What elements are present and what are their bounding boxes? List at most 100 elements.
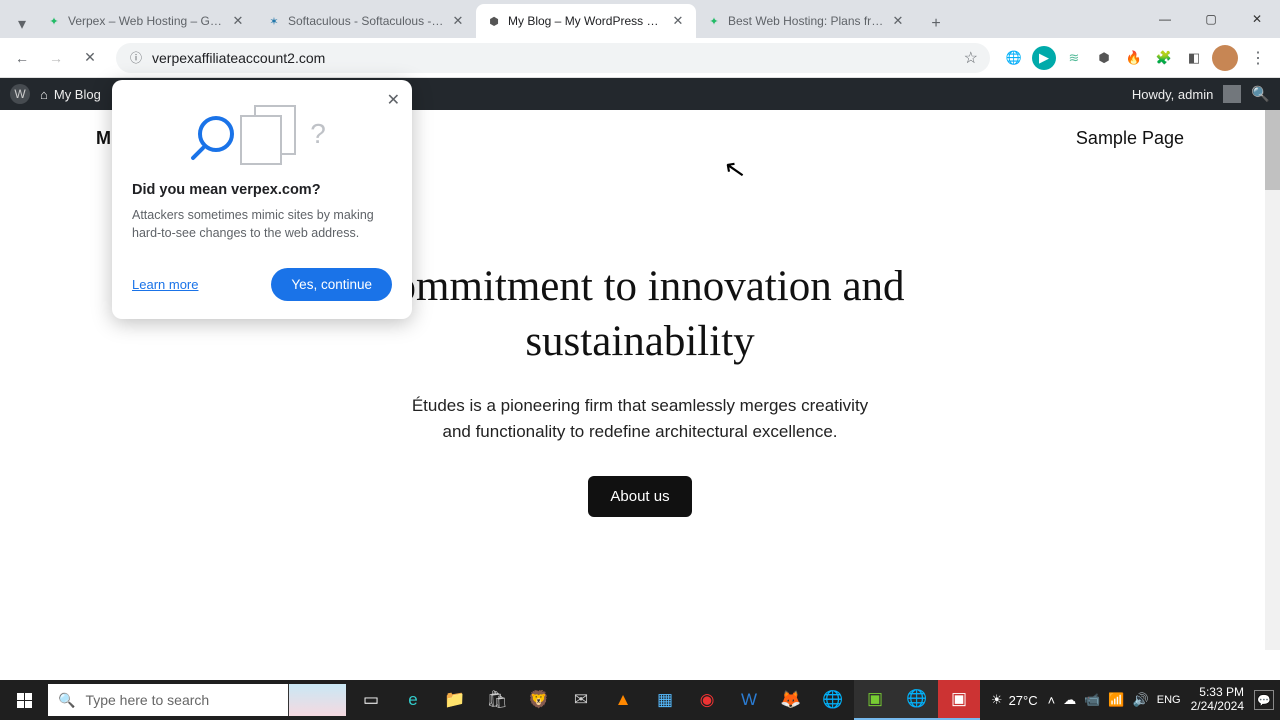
close-icon[interactable]: ✕ [230,13,246,29]
favicon-icon: ⬢ [486,13,502,29]
extension-icon[interactable]: ⬢ [1092,46,1116,70]
recorder-icon[interactable]: ▣ [938,680,980,720]
wordpress-logo-icon[interactable]: W [10,84,30,104]
tab-besthosting[interactable]: ✦ Best Web Hosting: Plans from $ ✕ [696,4,916,38]
yes-continue-button[interactable]: Yes, continue [271,268,392,301]
meet-now-icon[interactable]: 📹 [1084,692,1100,708]
wp-user-avatar[interactable] [1223,85,1241,103]
weather-widget[interactable]: ☀ 27°C [991,692,1038,708]
close-icon[interactable]: ✕ [890,13,906,29]
wifi-icon[interactable]: 📶 [1108,692,1124,708]
favicon-icon: ✦ [706,13,722,29]
brave-icon[interactable]: 🦁 [518,680,560,720]
camtasia-icon[interactable]: ▣ [854,680,896,720]
extension-icon[interactable]: 🔥 [1122,46,1146,70]
tab-title: Verpex – Web Hosting – Gold [68,14,224,28]
popup-body: Attackers sometimes mimic sites by makin… [132,206,392,242]
side-panel-icon[interactable]: ◧ [1182,46,1206,70]
close-icon[interactable]: ✕ [670,13,686,29]
taskbar-search[interactable]: 🔍 Type here to search [48,684,288,716]
close-window-button[interactable]: ✕ [1234,0,1280,38]
tab-search-dropdown[interactable]: ▾ [8,10,36,38]
extensions-row: 🌐 ▶ ≋ ⬢ 🔥 🧩 ◧ ⋮ [1002,44,1272,72]
edge-icon[interactable]: e [392,680,434,720]
tab-title: Softaculous - Softaculous - Wo [288,14,444,28]
mail-icon[interactable]: ✉ [560,680,602,720]
language-indicator[interactable]: ENG [1157,694,1181,706]
store-icon[interactable]: 🛍 [476,680,518,720]
search-icon[interactable]: 🔍 [1251,85,1270,103]
vlc-icon[interactable]: ▲ [602,680,644,720]
browser-menu-icon[interactable]: ⋮ [1244,44,1272,72]
window-controls: — ▢ ✕ [1142,0,1280,38]
site-title[interactable]: M [96,128,111,149]
popup-title: Did you mean verpex.com? [132,182,392,198]
forward-button[interactable]: → [42,44,70,72]
volume-icon[interactable]: 🔊 [1133,692,1149,708]
tab-title: Best Web Hosting: Plans from $ [728,14,884,28]
minimize-button[interactable]: — [1142,0,1188,38]
browser-tab-strip: ▾ ✦ Verpex – Web Hosting – Gold ✕ ✶ Soft… [0,0,1280,38]
weather-temp: 27°C [1009,693,1038,708]
magnifier-icon [198,116,234,152]
favicon-icon: ✦ [46,13,62,29]
bookmark-star-icon[interactable]: ☆ [964,48,978,68]
search-icon: 🔍 [58,692,75,709]
taskbar-apps: ▭ e 📁 🛍 🦁 ✉ ▲ ▦ ◉ W 🦊 🌐 ▣ 🌐 ▣ [350,680,980,720]
profile-avatar[interactable] [1212,45,1238,71]
new-tab-button[interactable]: + [922,10,950,38]
learn-more-link[interactable]: Learn more [132,277,198,292]
clock-time: 5:33 PM [1191,686,1244,700]
tray-chevron-icon[interactable]: ˄ [1048,693,1056,708]
question-mark-icon: ? [310,118,326,150]
maximize-button[interactable]: ▢ [1188,0,1234,38]
weather-icon: ☀ [991,692,1003,708]
system-tray: ☀ 27°C ˄ ☁ 📹 📶 🔊 ENG 5:33 PM 2/24/2024 💬 [991,686,1280,714]
extension-icon[interactable]: ≋ [1062,46,1086,70]
close-icon[interactable]: ✕ [450,13,466,29]
task-view-icon[interactable]: ▭ [350,680,392,720]
home-icon: ⌂ [40,87,48,102]
windows-taskbar: 🔍 Type here to search ▭ e 📁 🛍 🦁 ✉ ▲ ▦ ◉ … [0,680,1280,720]
firefox-icon[interactable]: 🦊 [770,680,812,720]
nav-sample-page[interactable]: Sample Page [1076,128,1184,149]
document-icon [240,115,282,165]
scrollbar-thumb[interactable] [1265,110,1280,190]
vertical-scrollbar[interactable] [1265,110,1280,650]
chrome-active-icon[interactable]: 🌐 [896,680,938,720]
popup-illustration: ? [132,100,392,168]
clock-date: 2/24/2024 [1191,700,1244,714]
windows-logo-icon [17,693,32,708]
safe-browsing-popup: ✕ ? Did you mean verpex.com? Attackers s… [112,80,412,319]
address-bar[interactable]: ⓘ verpexaffiliateaccount2.com ☆ [116,43,990,73]
hero-body: Études is a pioneering firm that seamles… [400,393,880,446]
extension-icon[interactable]: 🌐 [1002,46,1026,70]
app-icon[interactable]: ◉ [686,680,728,720]
wp-site-link[interactable]: ⌂ My Blog [40,87,101,102]
browser-toolbar: ← → ✕ ⓘ verpexaffiliateaccount2.com ☆ 🌐 … [0,38,1280,78]
word-icon[interactable]: W [728,680,770,720]
app-icon[interactable]: ▦ [644,680,686,720]
taskbar-clock[interactable]: 5:33 PM 2/24/2024 [1191,686,1244,714]
onedrive-icon[interactable]: ☁ [1063,692,1076,708]
tab-myblog[interactable]: ⬢ My Blog – My WordPress Blog ✕ [476,4,696,38]
site-info-icon[interactable]: ⓘ [128,50,144,66]
tab-softaculous[interactable]: ✶ Softaculous - Softaculous - Wo ✕ [256,4,476,38]
back-button[interactable]: ← [8,44,36,72]
taskbar-news-widget[interactable] [288,684,346,716]
search-placeholder: Type here to search [85,692,209,708]
wp-greeting[interactable]: Howdy, admin [1132,87,1213,102]
favicon-icon: ✶ [266,13,282,29]
close-icon[interactable]: ✕ [387,90,400,110]
file-explorer-icon[interactable]: 📁 [434,680,476,720]
notifications-icon[interactable]: 💬 [1254,690,1274,710]
about-us-button[interactable]: About us [588,476,691,517]
tab-verpex[interactable]: ✦ Verpex – Web Hosting – Gold ✕ [36,4,256,38]
url-text: verpexaffiliateaccount2.com [152,50,956,66]
tab-title: My Blog – My WordPress Blog [508,14,664,28]
extension-icon[interactable]: ▶ [1032,46,1056,70]
extensions-puzzle-icon[interactable]: 🧩 [1152,46,1176,70]
start-button[interactable] [0,680,48,720]
chrome-icon[interactable]: 🌐 [812,680,854,720]
stop-reload-button[interactable]: ✕ [76,44,104,72]
